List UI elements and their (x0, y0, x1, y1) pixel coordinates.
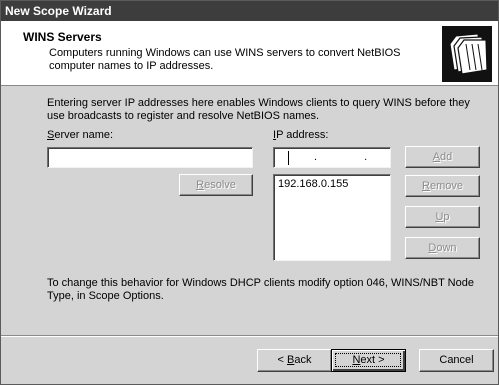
add-button[interactable]: Add (405, 146, 480, 168)
server-name-label: Server name: (47, 129, 114, 141)
footer-note: To change this behavior for Windows DHCP… (47, 277, 474, 302)
resolve-button[interactable]: Resolve (179, 174, 253, 196)
page-description: Computers running Windows can use WINS s… (49, 47, 401, 72)
ip-address-input[interactable]: . . . (273, 147, 391, 181)
down-button[interactable]: Down (405, 237, 480, 259)
folders-icon (442, 26, 492, 82)
server-name-input[interactable] (47, 147, 253, 168)
focus-indicator (335, 353, 401, 367)
cancel-button[interactable]: Cancel (419, 349, 494, 372)
divider (1, 335, 498, 337)
up-button[interactable]: Up (405, 206, 480, 228)
intro-text: Entering server IP addresses here enable… (47, 97, 470, 122)
list-item[interactable]: 192.168.0.155 (278, 178, 348, 190)
ip-address-label: IP address: (273, 129, 329, 141)
page-title: WINS Servers (23, 30, 102, 44)
wizard-header: WINS Servers Computers running Windows c… (1, 21, 498, 86)
window-title: New Scope Wizard (1, 1, 498, 21)
ip-address-value: . . . (314, 151, 390, 181)
remove-button[interactable]: Remove (405, 175, 480, 197)
wizard-window: New Scope Wizard WINS Servers Computers … (0, 0, 499, 385)
wins-server-list[interactable]: 192.168.0.155 (273, 174, 391, 261)
next-button[interactable]: Next > (331, 349, 406, 372)
back-button[interactable]: < Back (257, 349, 332, 372)
